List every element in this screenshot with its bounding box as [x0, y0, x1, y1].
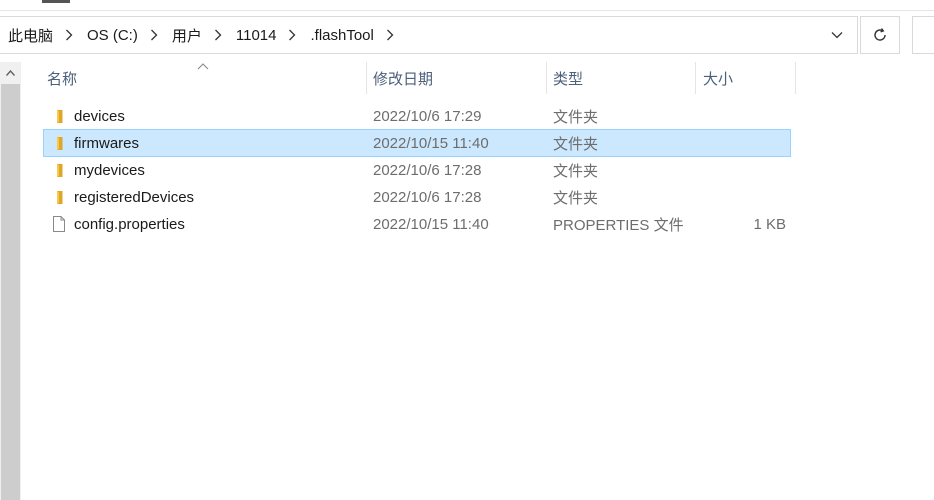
refresh-icon	[874, 28, 886, 41]
chevron-right-icon[interactable]	[208, 17, 228, 53]
search-input[interactable]	[912, 16, 934, 54]
file-modified: 2022/10/6 17:28	[373, 188, 482, 206]
address-history-dropdown[interactable]	[817, 17, 857, 53]
refresh-button[interactable]	[860, 16, 900, 54]
chevron-right-icon[interactable]	[282, 17, 302, 53]
file-row-firmwares[interactable]: firmwares 2022/10/15 11:40 文件夹	[43, 129, 791, 157]
column-divider[interactable]	[795, 62, 796, 94]
column-divider[interactable]	[695, 62, 696, 94]
column-size[interactable]: 大小	[703, 62, 733, 94]
sort-up-icon	[197, 63, 209, 70]
file-modified: 2022/10/6 17:29	[373, 107, 482, 125]
breadcrumb: 此电脑 OS (C:) 用户 11014 .flashTool	[0, 17, 400, 53]
crumb-drive-c[interactable]: OS (C:)	[79, 27, 144, 44]
chevron-right-icon[interactable]	[59, 17, 79, 53]
folder-icon	[57, 191, 63, 204]
vertical-scrollbar[interactable]	[0, 62, 21, 500]
file-row-devices[interactable]: devices 2022/10/6 17:29 文件夹	[44, 103, 790, 129]
folder-icon	[57, 137, 63, 150]
file-row-config-properties[interactable]: config.properties 2022/10/15 11:40 PROPE…	[44, 211, 790, 237]
file-type: PROPERTIES 文件	[553, 216, 684, 234]
file-modified: 2022/10/15 11:40	[373, 134, 489, 152]
file-name: registeredDevices	[74, 188, 195, 206]
file-size: 1 KB	[753, 215, 786, 233]
chevron-right-icon[interactable]	[144, 17, 164, 53]
scroll-up-arrow-icon[interactable]	[0, 62, 21, 83]
folder-icon	[57, 164, 63, 177]
column-divider[interactable]	[366, 62, 367, 94]
file-modified: 2022/10/15 11:40	[373, 215, 489, 233]
column-type[interactable]: 类型	[553, 62, 583, 94]
crumb-this-pc[interactable]: 此电脑	[0, 25, 59, 46]
file-name: config.properties	[74, 215, 185, 233]
file-icon	[53, 216, 65, 232]
chevron-down-icon	[831, 32, 843, 39]
crumb-user-folder[interactable]: 11014	[228, 27, 283, 44]
file-type: 文件夹	[553, 135, 599, 153]
file-row-registereddevices[interactable]: registeredDevices 2022/10/6 17:28 文件夹	[44, 184, 790, 210]
column-header: 名称 修改日期 类型 大小	[21, 62, 934, 94]
file-row-mydevices[interactable]: mydevices 2022/10/6 17:28 文件夹	[44, 157, 790, 183]
file-name: mydevices	[74, 161, 145, 179]
file-type: 文件夹	[553, 162, 599, 180]
address-bar[interactable]: 此电脑 OS (C:) 用户 11014 .flashTool	[0, 16, 858, 54]
ribbon-tab-indicator	[42, 0, 70, 3]
column-name[interactable]: 名称	[47, 62, 77, 94]
column-modified[interactable]: 修改日期	[373, 62, 433, 94]
crumb-flashtool[interactable]: .flashTool	[302, 27, 379, 44]
file-name: devices	[74, 107, 125, 125]
file-type: 文件夹	[553, 108, 599, 126]
crumb-users[interactable]: 用户	[164, 25, 208, 46]
chevron-right-icon[interactable]	[380, 17, 400, 53]
file-type: 文件夹	[553, 189, 599, 207]
scroll-thumb[interactable]	[1, 84, 20, 500]
ribbon-edge	[0, 0, 934, 11]
folder-icon	[57, 110, 63, 123]
column-divider[interactable]	[546, 62, 547, 94]
file-name: firmwares	[74, 134, 140, 152]
file-modified: 2022/10/6 17:28	[373, 161, 482, 179]
